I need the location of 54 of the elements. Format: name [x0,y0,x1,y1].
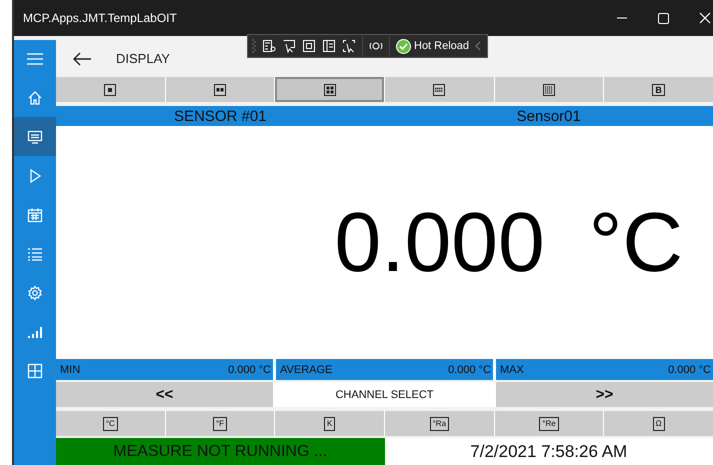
single-view-icon [104,84,116,96]
layout-button[interactable] [494,77,604,102]
unit-button[interactable]: °F [166,411,274,436]
stat-value: 0.000 °C [228,364,271,376]
adorner-icon[interactable] [302,39,316,53]
layout-button[interactable] [166,77,274,102]
unit-button[interactable]: Ω [604,411,713,436]
dual-view-icon [214,84,226,96]
page-title: DISPLAY [116,51,170,66]
menu-icon[interactable] [27,53,43,65]
window-title: MCP.Apps.JMT.TempLabOIT [22,11,177,25]
layout-button[interactable] [275,77,384,102]
unit-button[interactable]: °C [56,411,165,436]
settings-icon [27,284,43,300]
home-icon [27,90,43,106]
stat-label: MAX [500,364,524,376]
check-icon [396,38,411,54]
date-time: 7/2/2021 7:58:26 AM [469,440,628,462]
next-channel-button[interactable]: >> [496,382,713,407]
eight-view-icon [433,84,446,96]
track-focus-icon[interactable] [342,39,356,53]
quad-view-icon [324,84,336,96]
live-tree-icon[interactable] [262,39,276,53]
temperature-unit: °C [588,194,683,291]
maximize-icon[interactable] [658,12,669,24]
stat-value: 0.000 °C [448,364,491,376]
layout-button[interactable] [56,77,165,102]
grip-icon[interactable] [252,39,256,53]
layout-icon[interactable] [322,39,336,53]
grid-view-icon [542,84,555,96]
close-icon[interactable] [699,12,711,24]
unit-button[interactable]: °Ra [384,411,494,436]
sidebar-item[interactable] [14,117,56,156]
monitor-icon [27,128,43,144]
stat-label: MIN [60,364,80,376]
unit-button[interactable]: K [275,411,384,436]
select-element-icon[interactable] [282,39,296,53]
layout-button[interactable]: B [604,77,713,102]
stat-label: AVERAGE [280,364,332,376]
channel-select-label: CHANNEL SELECT [335,388,434,400]
sensor-name: Sensor01 [516,108,581,124]
back-arrow-icon[interactable] [72,52,92,66]
layout-button[interactable] [384,77,494,102]
temperature-reading: 0.000 [334,194,545,291]
checklist-icon [27,246,43,262]
grid-icon [27,362,43,378]
calendar-icon [27,206,43,222]
previous-channel-button[interactable]: << [56,382,273,407]
collapse-icon[interactable] [475,41,482,51]
stat-value: 0.000 °C [668,364,711,376]
unit-button[interactable]: °Re [494,411,604,436]
channel-label: SENSOR #01 [174,108,267,124]
hot-reload-label[interactable]: Hot Reload [414,40,470,52]
measure-status: MEASURE NOT RUNNING ... [56,438,384,465]
